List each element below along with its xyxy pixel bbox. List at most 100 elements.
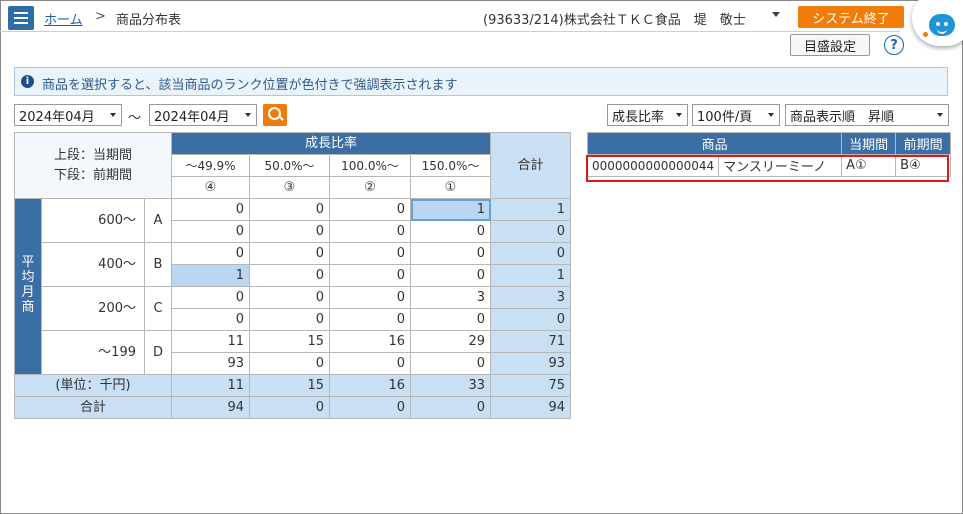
previous-period-column-header[interactable]: 前期間 — [895, 132, 952, 155]
page-title: 商品分布表 — [116, 13, 182, 28]
info-icon: i — [21, 75, 34, 88]
distribution-table: 上段：当期間 下段：前期間 成長比率 合計 ～49.9% 50.0%～ 100.… — [14, 132, 571, 419]
table-cell[interactable]: 0 — [329, 198, 411, 221]
table-cell[interactable]: 0 — [171, 220, 250, 243]
table-cell[interactable]: 0 — [249, 286, 330, 309]
per-page-value: 100件/頁 — [697, 109, 753, 125]
column-total-cell: 0 — [410, 396, 491, 419]
current-rank[interactable]: A① — [841, 154, 897, 177]
user-info[interactable]: (93633/214)株式会社ＴＫＣ食品 堤 敬士 — [483, 9, 746, 28]
column-total-cell: 33 — [410, 374, 491, 397]
system-exit-button[interactable]: システム終了 — [798, 6, 904, 28]
row-range-label: 600～ — [41, 198, 145, 243]
sort-order-value: 商品表示順 昇順 — [790, 109, 895, 125]
grand-total-cell: 94 — [490, 396, 571, 419]
table-cell[interactable]: 11 — [171, 330, 250, 353]
table-cell[interactable]: 0 — [171, 286, 250, 309]
column-header: 50.0%～ — [249, 154, 330, 177]
column-total-cell: 15 — [249, 374, 330, 397]
scale-settings-button[interactable]: 目盛設定 — [790, 34, 870, 56]
table-row[interactable]: 0000000000000044 マンスリーミーノ A① B④ — [586, 154, 952, 177]
row-rank-label: A — [144, 198, 172, 243]
row-rank-label: D — [144, 330, 172, 375]
table-cell[interactable]: 0 — [171, 198, 250, 221]
table-cell[interactable]: 29 — [410, 330, 491, 353]
current-period-column-header[interactable]: 当期間 — [841, 132, 897, 155]
column-rank: ① — [410, 176, 491, 199]
table-cell[interactable]: 0 — [329, 352, 411, 375]
product-column-header[interactable]: 商品 — [586, 132, 843, 155]
info-message-text: 商品を選択すると、該当商品のランク位置が色付きで強調表示されます — [42, 78, 458, 93]
table-cell[interactable]: 0 — [410, 264, 491, 287]
table-cell[interactable]: 0 — [171, 242, 250, 265]
column-rank: ③ — [249, 176, 330, 199]
legend-current: 上段：当期間 — [53, 147, 132, 163]
table-cell[interactable]: 0 — [410, 308, 491, 331]
hamburger-menu-icon[interactable] — [8, 6, 34, 30]
column-total-cell: 0 — [329, 396, 411, 419]
growth-ratio-header: 成長比率 — [171, 132, 491, 155]
column-rank: ④ — [171, 176, 250, 199]
table-cell[interactable]: 0 — [249, 242, 330, 265]
info-message-bar: i 商品を選択すると、該当商品のランク位置が色付きで強調表示されます — [14, 67, 948, 96]
period-from-select[interactable]: 2024年04月 — [14, 104, 122, 126]
assistant-face-icon — [929, 14, 955, 36]
table-cell[interactable]: 15 — [249, 330, 330, 353]
legend-previous: 下段：前期間 — [53, 167, 132, 183]
column-rank: ② — [329, 176, 411, 199]
sort-order-select[interactable]: 商品表示順 昇順 — [785, 104, 949, 126]
row-total-cell: 1 — [490, 198, 571, 221]
total-column-header: 合計 — [490, 132, 571, 199]
column-header: ～49.9% — [171, 154, 250, 177]
table-cell[interactable]: 0 — [171, 308, 250, 331]
period-to-value: 2024年04月 — [154, 109, 230, 125]
row-total-cell: 3 — [490, 286, 571, 309]
user-dropdown-arrow-icon[interactable] — [772, 12, 780, 17]
product-code[interactable]: 0000000000000044 — [586, 154, 720, 177]
previous-rank[interactable]: B④ — [895, 154, 952, 177]
header-divider — [0, 31, 900, 32]
metric-select[interactable]: 成長比率 — [607, 104, 688, 126]
help-icon[interactable]: ? — [884, 35, 904, 55]
metric-value: 成長比率 — [612, 109, 665, 125]
period-range-tilde: ～ — [128, 111, 142, 126]
row-total-cell: 1 — [490, 264, 571, 287]
table-cell-highlighted-previous[interactable]: 1 — [171, 264, 250, 287]
breadcrumb-separator: > — [95, 9, 106, 24]
table-cell[interactable]: 0 — [329, 308, 411, 331]
table-cell[interactable]: 0 — [329, 242, 411, 265]
period-from-value: 2024年04月 — [19, 109, 95, 125]
row-total-cell: 71 — [490, 330, 571, 353]
row-range-label: 200～ — [41, 286, 145, 331]
search-button[interactable] — [263, 104, 287, 126]
unit-label: (単位：千円) — [14, 374, 172, 397]
table-cell[interactable]: 0 — [329, 220, 411, 243]
per-page-select[interactable]: 100件/頁 — [692, 104, 780, 126]
table-cell[interactable]: 16 — [329, 330, 411, 353]
column-header: 150.0%～ — [410, 154, 491, 177]
row-range-label: ～199 — [41, 330, 145, 375]
row-total-cell: 93 — [490, 352, 571, 375]
table-cell[interactable]: 93 — [171, 352, 250, 375]
breadcrumb-home-link[interactable]: ホーム — [44, 9, 83, 28]
table-cell[interactable]: 0 — [329, 264, 411, 287]
row-range-label: 400～ — [41, 242, 145, 287]
grand-total-cell: 75 — [490, 374, 571, 397]
table-cell[interactable]: 0 — [329, 286, 411, 309]
product-table: 商品 当期間 前期間 0000000000000044 マンスリーミーノ A① … — [586, 132, 952, 177]
table-cell[interactable]: 3 — [410, 286, 491, 309]
table-cell[interactable]: 0 — [410, 242, 491, 265]
table-cell[interactable]: 0 — [249, 308, 330, 331]
period-to-select[interactable]: 2024年04月 — [149, 104, 257, 126]
table-cell[interactable]: 0 — [410, 352, 491, 375]
average-monthly-sales-label: 平 均 月 商 — [14, 198, 42, 375]
table-cell[interactable]: 0 — [249, 198, 330, 221]
table-cell[interactable]: 0 — [249, 220, 330, 243]
chevron-down-icon — [768, 113, 774, 117]
product-name[interactable]: マンスリーミーノ — [718, 154, 843, 177]
table-cell[interactable]: 0 — [249, 264, 330, 287]
table-cell-highlighted-current[interactable]: 1 — [410, 198, 491, 221]
table-cell[interactable]: 0 — [410, 220, 491, 243]
table-cell[interactable]: 0 — [249, 352, 330, 375]
column-total-cell: 11 — [171, 374, 250, 397]
